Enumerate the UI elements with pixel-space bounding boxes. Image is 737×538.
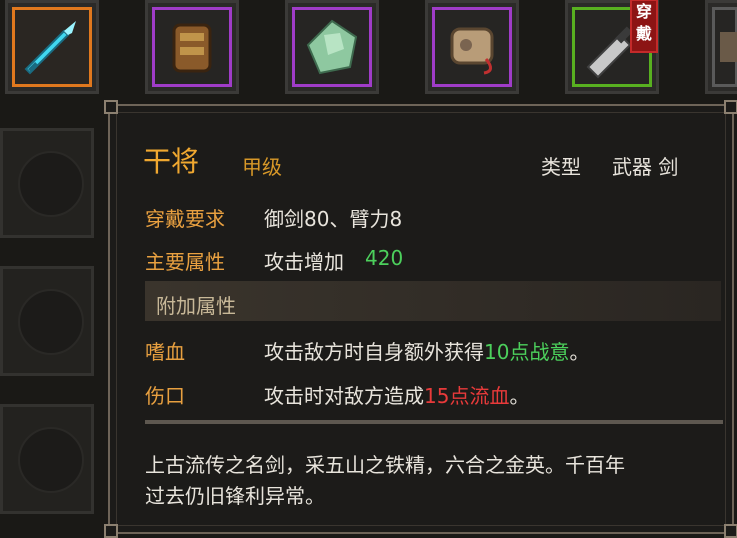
- inventory-slot-3[interactable]: [285, 0, 379, 94]
- inventory-slot-5[interactable]: 穿戴: [565, 0, 659, 94]
- highlight-value: 15点流血: [424, 384, 510, 408]
- divider: [145, 420, 723, 424]
- extra-attribute-name: 伤口: [145, 384, 185, 408]
- item-type-label: 类型: [541, 155, 581, 179]
- extra-attribute-desc: 攻击敌方时自身额外获得10点战意。: [264, 340, 590, 364]
- item-type-value: 武器 剑: [612, 155, 679, 179]
- inventory-slot-6[interactable]: [705, 0, 737, 94]
- item-description-line1: 上古流传之名剑，采五山之铁精，六合之金英。千百年: [145, 453, 625, 477]
- extra-attribute-header: 附加属性: [156, 294, 236, 318]
- main-attribute-value: 420: [365, 246, 404, 270]
- inventory-slot-left-2[interactable]: [0, 266, 94, 376]
- requirement-value: 御剑80、臂力8: [264, 207, 403, 231]
- equipped-badge: 穿戴: [630, 0, 658, 53]
- item-grade: 甲级: [242, 155, 282, 179]
- inventory-slot-2[interactable]: [145, 0, 239, 94]
- inventory-slot-left-3[interactable]: [0, 404, 94, 514]
- inventory-slot-4[interactable]: [425, 0, 519, 94]
- item-name: 干将: [143, 145, 200, 178]
- scroll-pouch-icon: [450, 27, 494, 75]
- sword-icon: [24, 21, 76, 75]
- extra-attribute-desc: 攻击时对敌方造成15点流血。: [264, 384, 530, 408]
- requirement-label: 穿戴要求: [145, 207, 225, 231]
- inventory-slot-1[interactable]: [5, 0, 99, 94]
- inventory-slot-left-1[interactable]: [0, 128, 94, 238]
- item-description-line2: 过去仍旧锋利异常。: [145, 484, 325, 508]
- jade-icon: [306, 19, 358, 75]
- main-attribute-text: 攻击增加: [264, 250, 344, 274]
- extra-attribute-name: 嗜血: [145, 340, 185, 364]
- armor-icon: [172, 23, 212, 73]
- highlight-value: 10点战意: [484, 340, 570, 364]
- main-attribute-label: 主要属性: [145, 250, 225, 274]
- item-icon: [720, 32, 737, 62]
